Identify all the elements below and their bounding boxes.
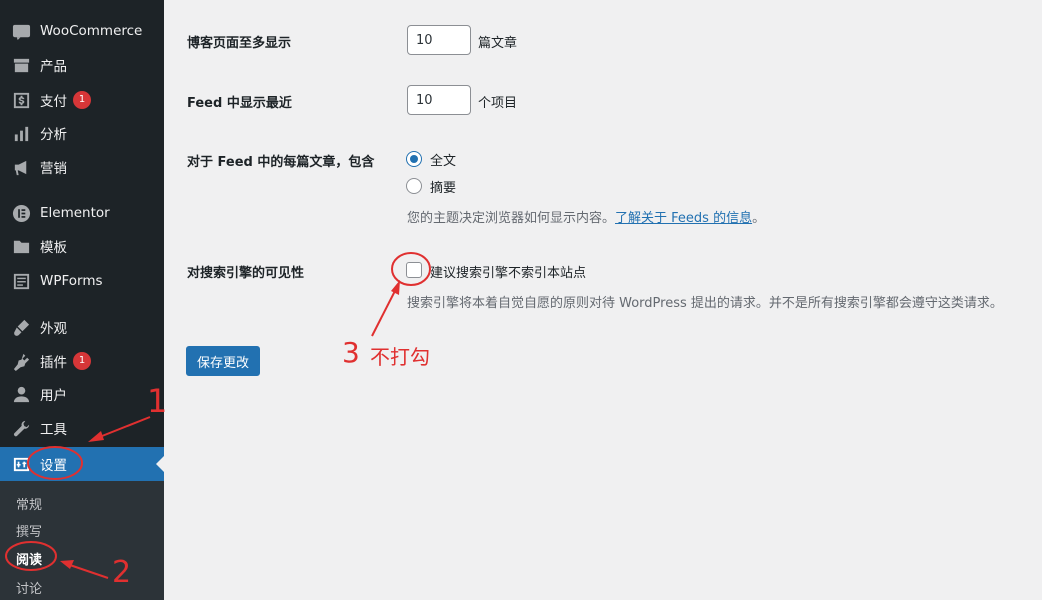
appearance-icon — [11, 317, 31, 337]
full-text-radio[interactable] — [406, 151, 422, 167]
settings-icon — [11, 454, 31, 474]
sidebar-item-label: 工具 — [40, 422, 67, 438]
analytics-icon — [11, 123, 31, 143]
annotation-step-2: 2 — [112, 555, 132, 590]
full-text-radio-label[interactable]: 全文 — [430, 150, 456, 169]
posts-per-page-input[interactable] — [407, 25, 471, 55]
notification-badge: 1 — [73, 91, 91, 109]
sidebar-item-plugins[interactable]: 插件 1 — [0, 344, 164, 378]
sidebar-item-label: 插件 — [40, 355, 67, 371]
annotation-step-3: 3 — [342, 336, 360, 369]
submenu-item-writing[interactable]: 撰写 — [16, 521, 42, 540]
feed-description: 您的主题决定浏览器如何显示内容。了解关于 Feeds 的信息。 — [407, 207, 765, 226]
search-visibility-description: 搜索引擎将本着自觉自愿的原则对待 WordPress 提出的请求。并不是所有搜索… — [407, 296, 1003, 311]
sidebar-item-wpforms[interactable]: WPForms — [0, 264, 164, 298]
search-visibility-label: 对搜索引擎的可见性 — [187, 266, 305, 281]
sidebar-item-label: 模板 — [40, 240, 67, 256]
feed-description-text: 您的主题决定浏览器如何显示内容。 — [407, 211, 616, 226]
woocommerce-icon — [11, 21, 31, 41]
sidebar-item-templates[interactable]: 模板 — [0, 229, 164, 263]
sidebar-item-marketing[interactable]: 营销 — [0, 150, 164, 184]
notification-badge: 1 — [73, 352, 91, 370]
annotation-step-3-note: 不打勾 — [370, 345, 430, 369]
sidebar-item-products[interactable]: 产品 — [0, 48, 164, 82]
posts-per-rss-input[interactable] — [407, 85, 471, 115]
annotation-step-1: 1 — [147, 382, 168, 420]
sidebar-item-payment[interactable]: 支付 1 — [0, 83, 164, 117]
feed-content-label: 对于 Feed 中的每篇文章，包含 — [187, 155, 375, 170]
arrow-3-line — [371, 284, 399, 337]
save-changes-button[interactable]: 保存更改 — [186, 346, 260, 376]
sidebar-item-label: 支付 — [40, 94, 67, 110]
sidebar-item-label: 营销 — [40, 161, 67, 177]
users-icon — [11, 384, 31, 404]
sidebar-item-woocommerce[interactable]: WooCommerce — [0, 14, 164, 48]
sidebar-item-elementor[interactable]: Elementor — [0, 196, 164, 230]
current-indicator — [156, 456, 164, 472]
submenu-item-discussion[interactable]: 讨论 — [16, 578, 42, 597]
payment-icon — [11, 90, 31, 110]
feed-description-end: 。 — [752, 211, 766, 226]
submenu-item-general[interactable]: 常规 — [16, 494, 42, 513]
sidebar-item-label: 设置 — [40, 458, 67, 474]
sidebar-item-label: 外观 — [40, 321, 67, 337]
sidebar-item-users[interactable]: 用户 — [0, 377, 164, 411]
sidebar-item-tools[interactable]: 工具 — [0, 411, 164, 445]
submenu-item-reading[interactable]: 阅读 — [16, 549, 42, 568]
discourage-search-checkbox-label[interactable]: 建议搜索引擎不索引本站点 — [430, 262, 586, 281]
marketing-icon — [11, 157, 31, 177]
sidebar-item-appearance[interactable]: 外观 — [0, 310, 164, 344]
admin-sidebar: WooCommerce 产品 支付 1 分析 营销 Elementor 模板 W… — [0, 0, 164, 600]
elementor-icon — [11, 203, 31, 223]
settings-submenu: 常规 撰写 阅读 讨论 — [0, 481, 164, 600]
sidebar-item-label: WPForms — [40, 273, 103, 289]
feeds-info-link[interactable]: 了解关于 Feeds 的信息 — [615, 211, 752, 226]
sidebar-item-label: 用户 — [40, 388, 67, 404]
posts-per-page-label: 博客页面至多显示 — [187, 36, 292, 51]
discourage-search-checkbox[interactable] — [406, 262, 422, 278]
sidebar-item-label: 分析 — [40, 127, 67, 143]
posts-per-page-suffix: 篇文章 — [478, 36, 518, 51]
summary-radio-label[interactable]: 摘要 — [430, 177, 456, 196]
summary-radio[interactable] — [406, 178, 422, 194]
tools-icon — [11, 418, 31, 438]
plugins-icon — [11, 351, 31, 371]
sidebar-item-settings[interactable]: 设置 — [0, 447, 164, 481]
folder-icon — [11, 236, 31, 256]
sidebar-item-label: Elementor — [40, 205, 110, 221]
wpforms-icon — [11, 271, 31, 291]
posts-per-rss-suffix: 个项目 — [478, 96, 518, 111]
sidebar-item-label: WooCommerce — [40, 23, 143, 39]
arrow-3-head — [391, 280, 400, 295]
posts-per-rss-label: Feed 中显示最近 — [187, 96, 292, 111]
sidebar-item-analytics[interactable]: 分析 — [0, 116, 164, 150]
products-icon — [11, 55, 31, 75]
sidebar-item-label: 产品 — [40, 59, 67, 75]
